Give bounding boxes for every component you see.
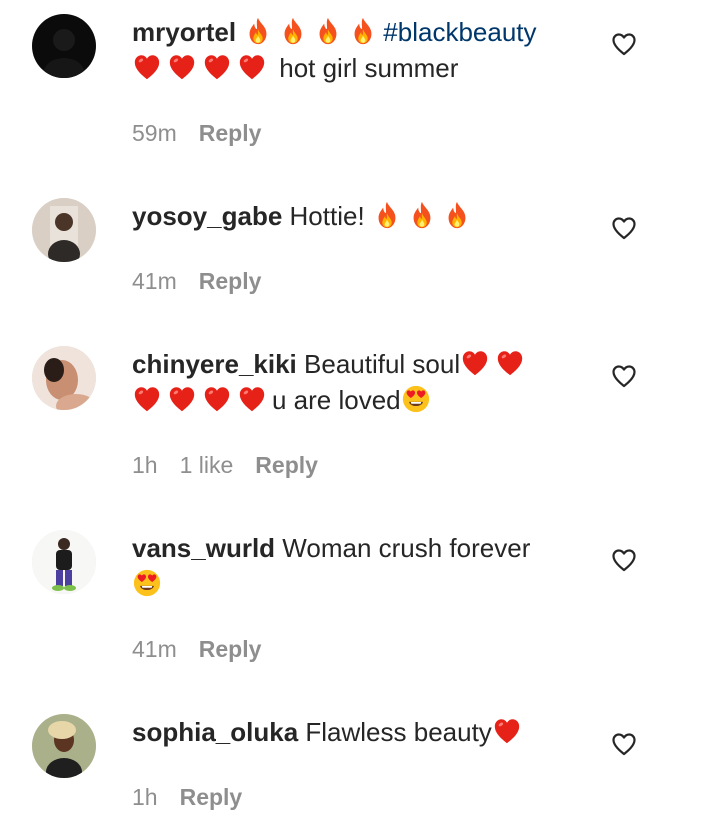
comment-body: Flawless beauty: [305, 717, 492, 747]
heart-outline-icon[interactable]: [610, 30, 638, 58]
comment-text: mryortel #blackbeauty hot girl summer: [132, 14, 582, 86]
fire-emoji: [243, 16, 273, 46]
avatar[interactable]: [32, 530, 96, 594]
red-heart-emoji: [202, 52, 232, 82]
heart-outline-icon[interactable]: [610, 546, 638, 574]
avatar[interactable]: [32, 14, 96, 78]
heart-outline-icon[interactable]: [610, 362, 638, 390]
fire-emoji: [407, 200, 437, 230]
fire-emoji: [313, 16, 343, 46]
reply-button[interactable]: Reply: [199, 120, 262, 146]
timestamp: 41m: [132, 636, 177, 662]
username[interactable]: sophia_oluka: [132, 717, 298, 747]
fire-emoji: [442, 200, 472, 230]
username[interactable]: chinyere_kiki: [132, 349, 297, 379]
comment-text: sophia_oluka Flawless beauty: [132, 714, 582, 750]
comment-meta: 41m Reply: [132, 634, 283, 664]
timestamp: 41m: [132, 268, 177, 294]
comment-text: chinyere_kiki Beautiful soul u are loved: [132, 346, 582, 418]
comment-body: hot girl summer: [279, 53, 459, 83]
comment-body: Hottie!: [289, 201, 365, 231]
red-heart-emoji: [495, 348, 525, 378]
reply-button[interactable]: Reply: [199, 268, 262, 294]
red-heart-emoji: [167, 384, 197, 414]
comment-meta: 59m Reply: [132, 118, 283, 148]
avatar[interactable]: [32, 714, 96, 778]
comment-meta: 1h 1 like Reply: [132, 450, 340, 480]
username[interactable]: mryortel: [132, 17, 236, 47]
heart-eyes-emoji: [401, 384, 431, 414]
fire-emoji: [278, 16, 308, 46]
red-heart-emoji: [237, 384, 267, 414]
reply-button[interactable]: Reply: [199, 636, 262, 662]
comment-meta: 1h Reply: [132, 782, 264, 812]
avatar[interactable]: [32, 198, 96, 262]
red-heart-emoji: [132, 384, 162, 414]
comment-body-continued: u are loved: [272, 385, 401, 415]
username[interactable]: yosoy_gabe: [132, 201, 282, 231]
timestamp: 1h: [132, 784, 158, 810]
timestamp: 59m: [132, 120, 177, 146]
fire-emoji: [348, 16, 378, 46]
red-heart-emoji: [132, 52, 162, 82]
comment-body: Beautiful soul: [304, 349, 461, 379]
reply-button[interactable]: Reply: [180, 784, 243, 810]
heart-outline-icon[interactable]: [610, 730, 638, 758]
like-count[interactable]: 1 like: [180, 452, 234, 478]
fire-emoji: [372, 200, 402, 230]
hashtag-link[interactable]: #blackbeauty: [383, 17, 536, 47]
red-heart-emoji: [492, 716, 522, 746]
red-heart-emoji: [237, 52, 267, 82]
timestamp: 1h: [132, 452, 158, 478]
red-heart-emoji: [167, 52, 197, 82]
username[interactable]: vans_wurld: [132, 533, 275, 563]
avatar[interactable]: [32, 346, 96, 410]
red-heart-emoji: [202, 384, 232, 414]
comment-text: yosoy_gabe Hottie!: [132, 198, 582, 234]
comment-body: Woman crush forever: [282, 533, 531, 563]
comment-meta: 41m Reply: [132, 266, 283, 296]
heart-eyes-emoji: [132, 568, 162, 598]
comment-text: vans_wurld Woman crush forever: [132, 530, 582, 602]
heart-outline-icon[interactable]: [610, 214, 638, 242]
red-heart-emoji: [460, 348, 490, 378]
reply-button[interactable]: Reply: [255, 452, 318, 478]
